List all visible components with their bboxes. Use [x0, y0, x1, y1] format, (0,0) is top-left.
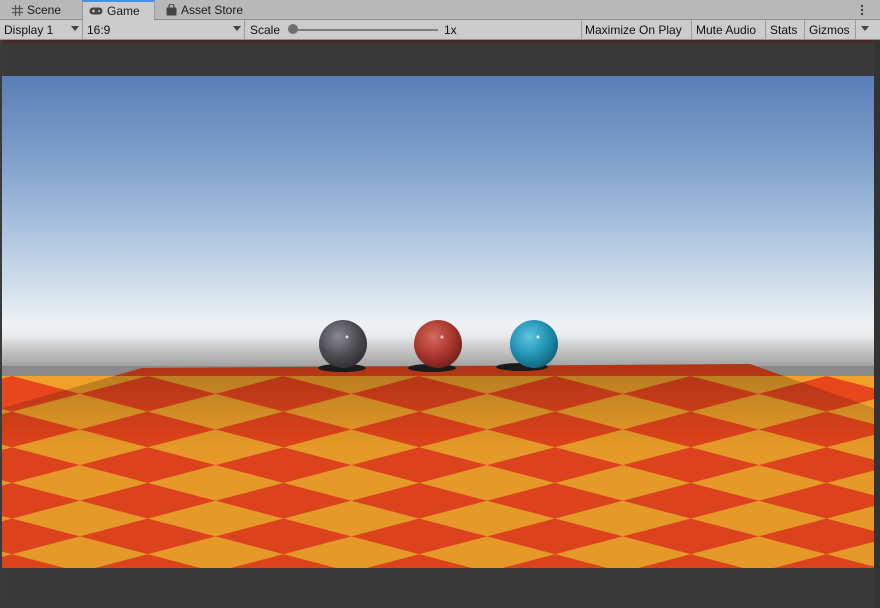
aspect-ratio-dropdown[interactable]: 16:9 [83, 20, 245, 39]
gizmos-toggle[interactable]: Gizmos [805, 20, 856, 39]
letterbox-top [2, 40, 874, 76]
red-sphere [414, 320, 462, 368]
tab-scene[interactable]: Scene [6, 0, 82, 20]
red-sphere-highlight [440, 335, 444, 339]
more-options-icon[interactable] [854, 2, 870, 18]
window-edge [874, 40, 880, 608]
gizmos-label: Gizmos [809, 22, 850, 37]
tab-bar: Scene Game Asset Store [0, 0, 880, 20]
gizmos-dropdown[interactable] [856, 20, 874, 39]
tab-game-label: Game [107, 4, 140, 18]
gray-sphere-highlight [345, 335, 349, 339]
stats-toggle[interactable]: Stats [766, 20, 805, 39]
scale-slider-handle[interactable] [288, 24, 298, 34]
scene-render [2, 320, 874, 568]
display-dropdown[interactable]: Display 1 [0, 20, 83, 39]
scale-label: Scale [250, 22, 281, 37]
game-toolbar: Display 1 16:9 Scale 1x Maximize On Play… [0, 20, 880, 40]
mute-audio-toggle[interactable]: Mute Audio [692, 20, 766, 39]
letterbox-bottom [2, 568, 874, 604]
gray-sphere [319, 320, 367, 368]
tab-asset-store[interactable]: Asset Store [160, 0, 255, 20]
maximize-on-play-toggle[interactable]: Maximize On Play [582, 20, 692, 39]
chevron-down-icon [233, 26, 241, 31]
stats-label: Stats [770, 22, 798, 37]
tab-game[interactable]: Game [82, 0, 155, 20]
gamepad-icon [89, 6, 103, 16]
cyan-sphere-highlight [536, 335, 540, 339]
grid-icon [12, 4, 23, 16]
mute-audio-label: Mute Audio [696, 22, 757, 37]
chevron-down-icon [861, 26, 869, 31]
scale-slider-track[interactable] [294, 29, 438, 31]
scale-value: 1x [444, 22, 457, 37]
maximize-on-play-label: Maximize On Play [585, 22, 682, 37]
chevron-down-icon [71, 26, 79, 31]
game-view[interactable] [2, 76, 874, 568]
tab-scene-label: Scene [27, 3, 62, 17]
tab-asset-store-label: Asset Store [181, 3, 244, 17]
shopping-bag-icon [166, 4, 177, 16]
cyan-sphere [510, 320, 558, 368]
display-dropdown-label: Display 1 [4, 22, 54, 37]
aspect-ratio-label: 16:9 [87, 22, 111, 37]
